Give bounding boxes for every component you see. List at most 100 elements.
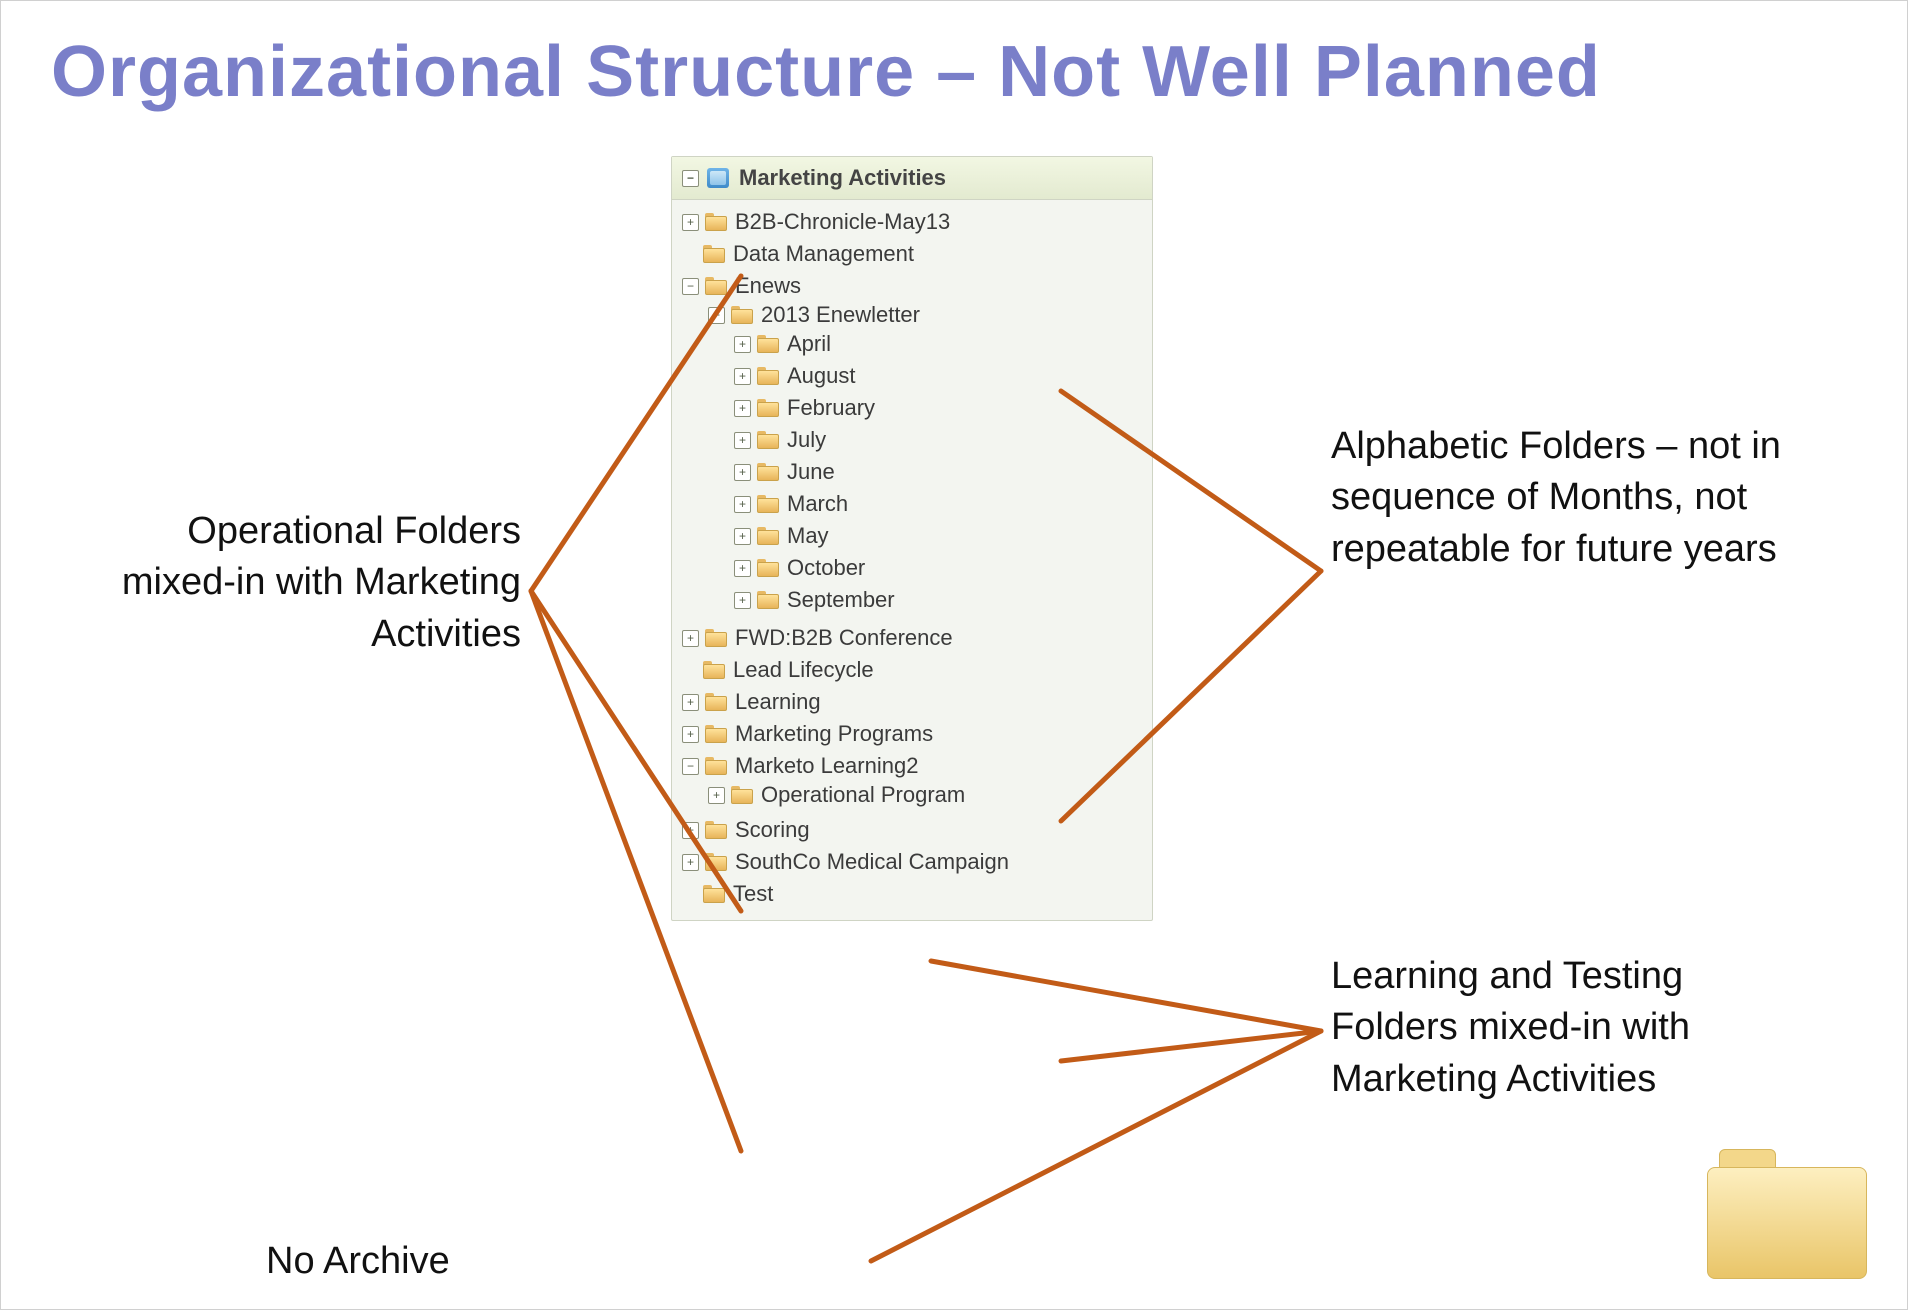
tree-node-label: Marketing Programs [733,721,935,747]
expand-icon[interactable]: + [734,464,751,481]
tree-node-label: Operational Program [759,782,967,808]
toggle-spacer [682,247,697,262]
collapse-icon[interactable]: − [708,307,725,324]
tree-node-label: May [785,523,831,549]
folder-icon [731,306,753,324]
tree-node[interactable]: − Marketo Learning2 + Operational Program [682,750,1142,814]
tree-node[interactable]: + April [734,328,1142,360]
expand-icon[interactable]: + [734,336,751,353]
expand-icon[interactable]: + [682,694,699,711]
database-icon [707,168,729,188]
folder-icon [705,853,727,871]
expand-icon[interactable]: + [682,630,699,647]
tree-node[interactable]: + Learning [682,686,1142,718]
tree-node[interactable]: Data Management [682,238,1142,270]
tree-node[interactable]: + Marketing Programs [682,718,1142,750]
annotation-operational-folders: Operational Folders mixed-in with Market… [91,506,521,660]
tree-node[interactable]: + June [734,456,1142,488]
tree-node-label: SouthCo Medical Campaign [733,849,1011,875]
tree-node-label: August [785,363,858,389]
tree-body: +B2B-Chronicle-May13Data Management−Enew… [672,200,1152,920]
tree-node-label: April [785,331,833,357]
tree-node[interactable]: + July [734,424,1142,456]
tree-node-label: Lead Lifecycle [731,657,876,683]
tree-node[interactable]: + February [734,392,1142,424]
folder-icon [757,591,779,609]
toggle-spacer [682,663,697,678]
folder-icon [705,821,727,839]
annotation-alphabetic-folders: Alphabetic Folders – not in sequence of … [1331,421,1781,575]
expand-icon[interactable]: + [708,787,725,804]
expand-icon[interactable]: + [734,368,751,385]
tree-node-label: June [785,459,837,485]
tree-root-label: Marketing Activities [737,165,948,191]
tree-node-label: February [785,395,877,421]
folder-icon [703,661,725,679]
folder-icon [705,277,727,295]
collapse-icon[interactable]: − [682,170,699,187]
tree-node-label: July [785,427,828,453]
tree-node-label: Learning [733,689,823,715]
tree-node[interactable]: + May [734,520,1142,552]
tree-node-label: B2B-Chronicle-May13 [733,209,952,235]
slide-title: Organizational Structure – Not Well Plan… [51,31,1857,113]
tree-node[interactable]: −Enews−2013 Enewletter+April+August+Febr… [682,270,1142,622]
folder-icon [757,559,779,577]
tree-node-label: Scoring [733,817,812,843]
expand-icon[interactable]: + [682,214,699,231]
folder-icon [705,725,727,743]
tree-node[interactable]: + August [734,360,1142,392]
tree-node-label: FWD:B2B Conference [733,625,955,651]
expand-icon[interactable]: + [734,560,751,577]
slide: { "title": "Organizational Structure – N… [0,0,1908,1310]
folder-icon [705,693,727,711]
tree-node-label: 2013 Enewletter [759,302,922,328]
tree-node-label: Enews [733,273,803,299]
tree-node-label: March [785,491,850,517]
annotation-no-archive: No Archive [266,1236,566,1287]
annotation-learning-testing: Learning and Testing Folders mixed-in wi… [1331,951,1781,1105]
tree-node-label: Test [731,881,775,907]
folder-icon [757,431,779,449]
folder-icon [757,527,779,545]
folder-icon [705,629,727,647]
tree-node-label: Marketo Learning2 [733,753,920,779]
tree-node[interactable]: + B2B-Chronicle-May13 [682,206,1142,238]
folder-icon [731,786,753,804]
tree-node[interactable]: + Scoring [682,814,1142,846]
tree-node[interactable]: + September [734,584,1142,616]
folder-icon [757,335,779,353]
expand-icon[interactable]: + [734,432,751,449]
tree-node[interactable]: + March [734,488,1142,520]
tree-node-label: Data Management [731,241,916,267]
tree-node-label: September [785,587,897,613]
tree-node[interactable]: Test [682,878,1142,910]
folder-icon [757,399,779,417]
collapse-icon[interactable]: − [682,278,699,295]
tree-node[interactable]: + FWD:B2B Conference [682,622,1142,654]
tree-node[interactable]: + SouthCo Medical Campaign [682,846,1142,878]
expand-icon[interactable]: + [734,400,751,417]
folder-icon [757,495,779,513]
tree-node[interactable]: Lead Lifecycle [682,654,1142,686]
tree-node[interactable]: − 2013 Enewletter + April + August + February + J… [708,299,1142,619]
expand-icon[interactable]: + [682,854,699,871]
tree-node[interactable]: + Operational Program [708,779,1142,811]
expand-icon[interactable]: + [734,592,751,609]
expand-icon[interactable]: + [734,528,751,545]
folder-icon [757,463,779,481]
toggle-spacer [682,887,697,902]
folder-tree-panel: − Marketing Activities + B2B-Chronicle-Ma… [671,156,1153,921]
tree-root-row[interactable]: − Marketing Activities [672,157,1152,200]
folder-illustration-icon [1707,1149,1867,1279]
expand-icon[interactable]: + [682,822,699,839]
folder-icon [757,367,779,385]
tree-node[interactable]: +October [734,552,1142,584]
expand-icon[interactable]: + [682,726,699,743]
folder-icon [705,213,727,231]
folder-icon [703,885,725,903]
folder-icon [705,757,727,775]
collapse-icon[interactable]: − [682,758,699,775]
folder-icon [703,245,725,263]
expand-icon[interactable]: + [734,496,751,513]
